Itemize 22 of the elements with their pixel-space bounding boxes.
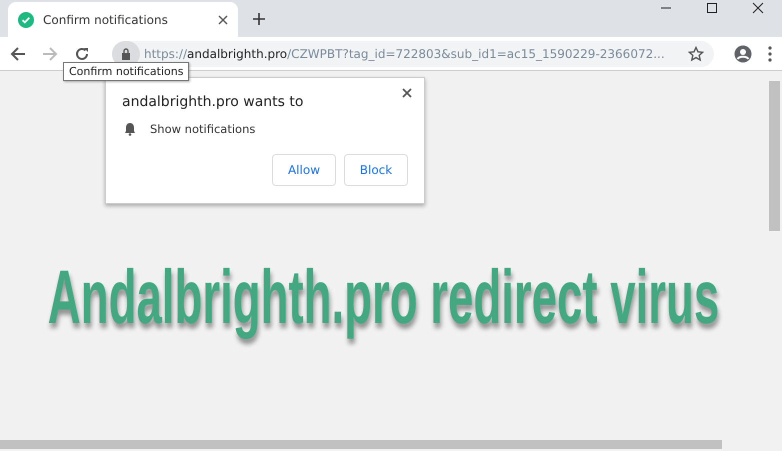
popup-heading: andalbrighth.pro wants to	[122, 94, 304, 110]
check-circle-icon	[18, 12, 34, 28]
popup-button[interactable]: Allow	[272, 154, 336, 186]
address-bar[interactable]: https://andalbrighth.pro/CZWPBT?tag_id=722803&sub_id1=ac15_1590229-2366072...	[112, 40, 714, 66]
browser-tab[interactable]: Confirm notifications	[8, 2, 238, 37]
menu-icon[interactable]	[768, 46, 772, 62]
permission-label: Show notifications	[150, 122, 256, 136]
overlay-title: Andalbrighth.pro redirect virus	[48, 254, 720, 341]
close-tab-icon[interactable]	[218, 14, 228, 24]
new-tab-icon[interactable]	[252, 12, 266, 26]
star-icon[interactable]	[688, 46, 704, 62]
lock-icon[interactable]	[121, 48, 131, 60]
close-icon[interactable]	[752, 2, 764, 14]
account-icon[interactable]	[734, 44, 752, 62]
url-text: https://andalbrighth.pro/CZWPBT?tag_id=722803&sub_id1=ac15_1590229-2366072...	[144, 46, 666, 60]
reload-icon[interactable]	[74, 46, 90, 62]
close-icon[interactable]	[402, 88, 412, 98]
tooltip: Confirm notifications	[63, 62, 190, 81]
popup-button[interactable]: Block	[344, 154, 408, 186]
back-icon[interactable]	[10, 46, 26, 62]
bell-icon	[124, 122, 136, 136]
maximize-icon[interactable]	[706, 2, 718, 14]
